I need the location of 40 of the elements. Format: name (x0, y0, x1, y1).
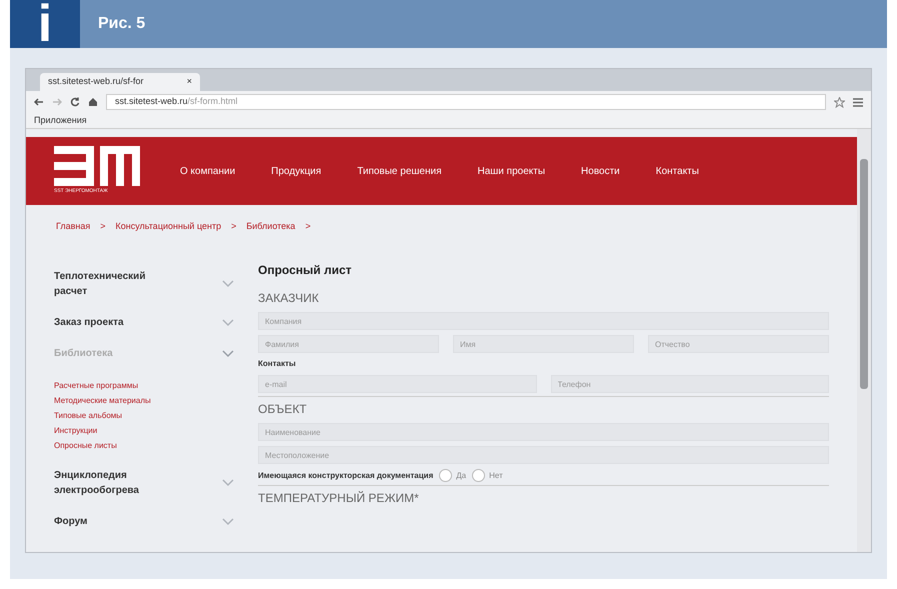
sidebar-link[interactable]: Типовые альбомы (54, 409, 234, 422)
input-field[interactable]: e-mail (258, 375, 536, 393)
nav-link[interactable]: Продукция (271, 164, 322, 178)
sidebar-link[interactable]: Расчетные программы (54, 379, 234, 392)
browser-tab[interactable]: sst.sitetest-web.ru/sf-for × (40, 73, 200, 91)
input-field[interactable]: Отчество (648, 335, 829, 353)
input-field[interactable]: Имя (453, 335, 634, 353)
sidebar-item[interactable]: Форум (54, 514, 234, 529)
bookmark-link[interactable]: Приложения (34, 114, 87, 128)
nav-link[interactable]: Типовые решения (357, 164, 442, 178)
sidebar-link[interactable]: Инструкции (54, 424, 234, 437)
breadcrumb-link[interactable]: Главная (56, 220, 90, 234)
input-field[interactable]: Фамилия (258, 335, 439, 353)
sidebar-item[interactable]: Заказ проекта (54, 315, 234, 330)
input-field[interactable]: Местоположение (258, 446, 829, 464)
info-badge: i (10, 0, 80, 48)
breadcrumb-separator: > (305, 220, 311, 234)
address-field[interactable]: sst.sitetest-web.ru/sf-form.html (106, 94, 826, 110)
figure-caption: Рис. 5 (98, 14, 146, 34)
breadcrumb-separator: > (231, 220, 236, 234)
nav-link[interactable]: Новости (581, 164, 620, 178)
sidebar-item[interactable]: Теплотехнический расчет (54, 269, 234, 299)
field-label: Имеющаяся конструкторская документация (258, 470, 434, 482)
input-field[interactable]: Наименование (258, 423, 829, 441)
input-field[interactable]: Компания (258, 312, 829, 330)
breadcrumb-link[interactable]: Консультационный центр (116, 220, 222, 234)
section-heading: ТЕМПЕРАТУРНЫЙ РЕЖИМ* (258, 490, 420, 507)
breadcrumb-link[interactable]: Библиотека (246, 220, 296, 234)
sidebar-item[interactable]: Энциклопедия электрообогрева (54, 468, 234, 498)
nav-link[interactable]: Контакты (656, 164, 699, 178)
form-title: Опросный лист (258, 262, 353, 279)
field-label: Контакты (258, 358, 297, 370)
breadcrumb-separator: > (100, 220, 106, 234)
input-field[interactable]: Телефон (550, 375, 829, 393)
sidebar-link[interactable]: Опросные листы (54, 439, 234, 452)
nav-link[interactable]: О компании (180, 164, 236, 178)
sidebar-link[interactable]: Методические материалы (54, 394, 234, 407)
section-heading: ЗАКАЗЧИК (258, 290, 320, 307)
section-heading: ОБЪЕКТ (258, 401, 308, 418)
nav-link[interactable]: Наши проекты (478, 164, 546, 178)
